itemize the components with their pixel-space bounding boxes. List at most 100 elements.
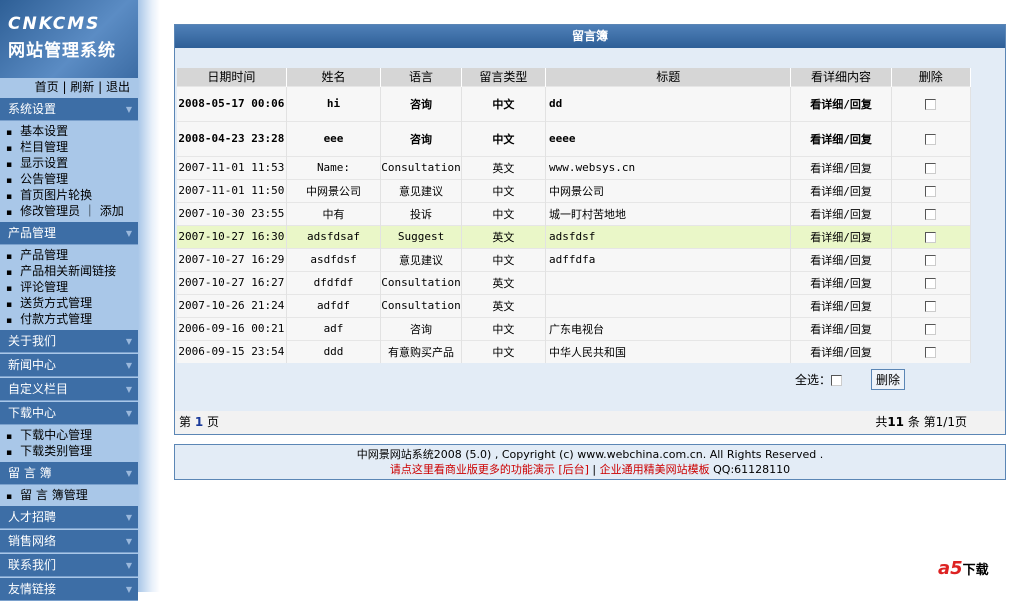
detail-link[interactable]: 看详细/回复 (790, 155, 892, 179)
name-cell: adf (286, 316, 382, 340)
delete-cell (891, 85, 972, 121)
sidebar-item[interactable]: 产品相关新闻链接 (0, 263, 138, 279)
sidebar-section-header[interactable]: 系统设置 ▼ (0, 98, 138, 121)
date-cell: 2007-10-30 23:55 (177, 201, 287, 225)
name-cell: dfdfdf (286, 270, 382, 294)
date-cell: 2007-10-27 16:29 (177, 247, 287, 271)
sidebar-section-header[interactable]: 产品管理 ▼ (0, 222, 138, 245)
title-cell: adffdfa (545, 247, 792, 271)
title-cell: eeee (545, 120, 792, 156)
sidebar-section-header[interactable]: 自定义栏目 ▼ (0, 378, 138, 401)
sidebar-section-header[interactable]: 友情链接 ▼ (0, 578, 138, 601)
name-cell: 中网景公司 (286, 178, 382, 202)
column-header: 看详细内容 (790, 68, 892, 86)
delete-cell (891, 120, 972, 156)
type-cell: 英文 (461, 155, 547, 179)
delete-checkbox[interactable] (925, 346, 937, 358)
delete-checkbox[interactable] (925, 98, 937, 110)
sidebar-section-header[interactable]: 人才招聘 ▼ (0, 506, 138, 529)
delete-checkbox[interactable] (925, 208, 937, 220)
sidebar-item[interactable]: 栏目管理 (0, 139, 138, 155)
sidebar-item[interactable]: 付款方式管理 (0, 311, 138, 327)
detail-link[interactable]: 看详细/回复 (790, 293, 892, 317)
name-cell: adsfdsaf (286, 224, 382, 248)
delete-checkbox[interactable] (925, 254, 937, 266)
date-cell: 2006-09-15 23:54 (177, 339, 287, 363)
sidebar-item[interactable]: 评论管理 (0, 279, 138, 295)
delete-checkbox[interactable] (925, 277, 937, 289)
delete-checkbox[interactable] (925, 133, 937, 145)
top-link[interactable]: 刷新 (70, 80, 94, 94)
table-row: 2007-11-01 11:50 中网景公司 意见建议 中文 中网景公司 看详细/回复 (177, 178, 972, 202)
detail-link[interactable]: 看详细/回复 (790, 120, 892, 156)
chevron-down-icon: ▼ (125, 229, 132, 238)
current-page-link[interactable]: 1 (195, 415, 203, 429)
detail-link[interactable]: 看详细/回复 (790, 316, 892, 340)
sidebar-items: 下载中心管理下载类别管理 (0, 426, 138, 462)
sidebar-item[interactable]: 基本设置 (0, 123, 138, 139)
language-cell: 有意购买产品 (380, 339, 462, 363)
chevron-down-icon: ▼ (125, 409, 132, 418)
sidebar-item[interactable]: 留 言 簿管理 (0, 487, 138, 503)
sidebar-section-header[interactable]: 新闻中心 ▼ (0, 354, 138, 377)
delete-checkbox[interactable] (925, 300, 937, 312)
table-row: 2008-04-23 23:28 eee 咨询 中文 eeee 看详细/回复 (177, 120, 972, 156)
delete-checkbox[interactable] (925, 231, 937, 243)
pager-suffix: 页 (207, 415, 220, 429)
language-cell: 投诉 (380, 201, 462, 225)
select-all-checkbox[interactable] (831, 375, 843, 386)
chevron-down-icon: ▼ (125, 337, 132, 346)
sidebar-item[interactable]: 首页图片轮换 (0, 187, 138, 203)
table-row: 2007-10-27 16:30 adsfdsaf Suggest 英文 adsfdsf… (177, 224, 972, 248)
top-link[interactable]: 退出 (106, 80, 130, 94)
demo-link[interactable]: 请点这里看商业版更多的功能演示 (390, 463, 555, 476)
detail-link[interactable]: 看详细/回复 (790, 178, 892, 202)
separator: | (588, 463, 600, 476)
sidebar-section-header[interactable]: 联系我们 ▼ (0, 554, 138, 577)
column-header: 语言 (380, 68, 462, 86)
detail-link[interactable]: 看详细/回复 (790, 224, 892, 248)
column-header: 日期时间 (177, 68, 287, 86)
top-link[interactable]: 首页 (35, 80, 59, 94)
select-all[interactable]: 全选： (795, 371, 843, 388)
detail-link[interactable]: 看详细/回复 (790, 270, 892, 294)
type-cell: 中文 (461, 316, 547, 340)
date-cell: 2007-11-01 11:50 (177, 178, 287, 202)
sidebar-item[interactable]: 产品管理 (0, 247, 138, 263)
delete-checkbox[interactable] (925, 185, 937, 197)
detail-link[interactable]: 看详细/回复 (790, 339, 892, 363)
sidebar-items: 留 言 簿管理 (0, 486, 138, 506)
sidebar: CNKCMS 网站管理系统 首页 | 刷新 | 退出 系统设置 ▼ 基本设置栏目管理… (0, 0, 160, 601)
column-header: 姓名 (286, 68, 382, 86)
date-cell: 2007-10-27 16:30 (177, 224, 287, 248)
section-title: 新闻中心 (8, 358, 57, 372)
section-title: 下载中心 (8, 406, 57, 420)
admin-link[interactable]: [后台] (558, 463, 589, 476)
sidebar-item[interactable]: 公告管理 (0, 171, 138, 187)
delete-button[interactable]: 删除 (871, 369, 906, 390)
sidebar-section-header[interactable]: 关于我们 ▼ (0, 330, 138, 353)
detail-link[interactable]: 看详细/回复 (790, 85, 892, 121)
sidebar-item[interactable]: 下载类别管理 (0, 443, 138, 459)
sidebar-section-header[interactable]: 下载中心 ▼ (0, 402, 138, 425)
logo-title: CNKCMS (8, 14, 101, 34)
sidebar-item[interactable]: 修改管理员 ｜ 添加 (0, 203, 138, 219)
type-cell: 中文 (461, 85, 547, 121)
table-row: 2007-11-01 11:53 Name: Consultation 英文 www.w… (177, 155, 972, 179)
separator: | (94, 80, 106, 94)
sidebar-item[interactable]: 下载中心管理 (0, 427, 138, 443)
sidebar-item[interactable]: 显示设置 (0, 155, 138, 171)
type-cell: 中文 (461, 120, 547, 156)
sidebar-section-header[interactable]: 留 言 簿 ▼ (0, 462, 138, 485)
table-row: 2007-10-30 23:55 中有 投诉 中文 城一盯村苦地地 看详细/回复 (177, 201, 972, 225)
detail-link[interactable]: 看详细/回复 (790, 247, 892, 271)
delete-checkbox[interactable] (925, 162, 937, 174)
detail-link[interactable]: 看详细/回复 (790, 201, 892, 225)
template-link[interactable]: 企业通用精美网站模板 (600, 463, 710, 476)
delete-cell (891, 178, 972, 202)
sidebar-item[interactable]: 送货方式管理 (0, 295, 138, 311)
date-cell: 2007-11-01 11:53 (177, 155, 287, 179)
chevron-down-icon: ▼ (125, 561, 132, 570)
delete-checkbox[interactable] (925, 323, 937, 335)
sidebar-section-header[interactable]: 销售网络 ▼ (0, 530, 138, 553)
